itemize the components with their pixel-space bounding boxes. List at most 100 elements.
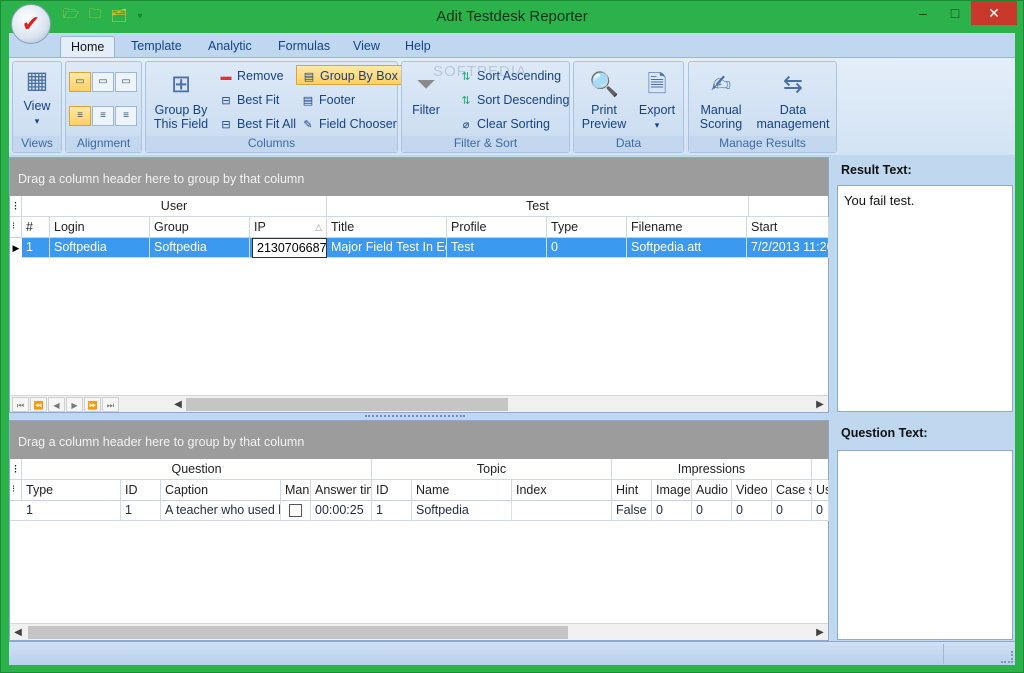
band-impressions[interactable]: Impressions bbox=[612, 459, 812, 480]
export-button[interactable]: 🗎 Export ▾ bbox=[632, 70, 682, 132]
resize-grip-icon[interactable] bbox=[1001, 651, 1013, 663]
align-right-icon[interactable]: ≡ bbox=[115, 106, 137, 126]
table-row[interactable]: ▶ 1 Softpedia Softpedia 2130706687 Major… bbox=[10, 238, 829, 258]
align-left-icon[interactable]: ≡ bbox=[69, 106, 91, 126]
column-header-name[interactable]: Name bbox=[412, 480, 512, 501]
horizontal-splitter[interactable] bbox=[9, 413, 829, 419]
tab-analytic[interactable]: Analytic bbox=[198, 36, 262, 57]
column-header-hint[interactable]: Hint bbox=[612, 480, 652, 501]
sort-descending-button[interactable]: ⇅ Sort Descending bbox=[458, 90, 569, 110]
field-chooser-button[interactable]: ✎ Field Chooser bbox=[300, 114, 396, 134]
view-button[interactable]: ▦ View ▾ bbox=[16, 66, 58, 128]
best-fit-button[interactable]: ⊟ Best Fit bbox=[218, 90, 279, 110]
next-record-icon[interactable]: ▶ bbox=[66, 397, 83, 412]
result-text-box[interactable]: You fail test. bbox=[837, 185, 1013, 412]
column-header-image[interactable]: Image bbox=[652, 480, 692, 501]
cell-id[interactable]: 1 bbox=[121, 501, 161, 521]
column-header-us[interactable]: Us bbox=[812, 480, 829, 501]
data-management-button[interactable]: ⇆ Data management bbox=[753, 70, 833, 131]
scroll-right-icon[interactable]: ▶ bbox=[812, 624, 828, 641]
column-header-title[interactable]: Title bbox=[327, 217, 447, 238]
first-record-icon[interactable]: ⏮ bbox=[12, 397, 29, 412]
column-header-type[interactable]: Type bbox=[22, 480, 121, 501]
cell-ip[interactable]: 2130706687 bbox=[252, 238, 327, 258]
cell-topic-id[interactable]: 1 bbox=[372, 501, 412, 521]
group-by-field-button[interactable]: ⊞ Group By This Field bbox=[150, 70, 212, 131]
column-header-audio[interactable]: Audio bbox=[692, 480, 732, 501]
table-row[interactable]: 1 1 A teacher who used b 00:00:25 1 Soft… bbox=[10, 501, 829, 521]
cell-manual[interactable] bbox=[281, 501, 311, 521]
column-header-number[interactable]: # bbox=[22, 217, 50, 238]
group-by-box-questions[interactable]: Drag a column header here to group by th… bbox=[10, 421, 828, 459]
column-header-index[interactable]: Index bbox=[512, 480, 612, 501]
column-header-case-sensitive[interactable]: Case s bbox=[772, 480, 812, 501]
column-header-topic-id[interactable]: ID bbox=[372, 480, 412, 501]
prev-page-icon[interactable]: ⏪ bbox=[30, 397, 47, 412]
column-header-start[interactable]: Start bbox=[747, 217, 829, 238]
column-header-login[interactable]: Login bbox=[50, 217, 150, 238]
minimize-button[interactable]: – bbox=[907, 1, 939, 25]
group-by-box-button[interactable]: ▤ Group By Box bbox=[296, 65, 403, 85]
horizontal-scrollbar[interactable]: ◀ ▶ bbox=[10, 623, 828, 640]
column-header-type[interactable]: Type bbox=[547, 217, 627, 238]
cell-index[interactable] bbox=[512, 501, 612, 521]
scroll-right-icon[interactable]: ▶ bbox=[812, 396, 828, 413]
manual-scoring-button[interactable]: ✍ Manual Scoring bbox=[693, 70, 749, 131]
band-menu-icon[interactable]: ⁝ bbox=[10, 196, 22, 217]
next-page-icon[interactable]: ⏩ bbox=[84, 397, 101, 412]
prev-record-icon[interactable]: ◀ bbox=[48, 397, 65, 412]
align-middle-icon[interactable]: ▭ bbox=[92, 72, 114, 92]
cell-number[interactable]: 1 bbox=[22, 238, 50, 258]
clear-sorting-button[interactable]: ⌀ Clear Sorting bbox=[458, 114, 550, 134]
align-center-icon[interactable]: ≡ bbox=[92, 106, 114, 126]
manual-checkbox[interactable] bbox=[289, 504, 302, 518]
column-header-ip[interactable]: IP △ bbox=[250, 217, 327, 238]
scroll-thumb[interactable] bbox=[186, 398, 508, 411]
column-header-video[interactable]: Video bbox=[732, 480, 772, 501]
cell-caption[interactable]: A teacher who used b bbox=[161, 501, 281, 521]
band-topic[interactable]: Topic bbox=[372, 459, 612, 480]
footer-button[interactable]: ▤ Footer bbox=[300, 90, 355, 110]
remove-button[interactable]: ▬ Remove bbox=[218, 66, 284, 86]
maximize-button[interactable]: □ bbox=[939, 1, 971, 25]
cell-case-sensitive[interactable]: 0 bbox=[772, 501, 812, 521]
cell-start[interactable]: 7/2/2013 11:26: bbox=[747, 238, 829, 258]
cell-audio[interactable]: 0 bbox=[692, 501, 732, 521]
cell-type[interactable]: 0 bbox=[547, 238, 627, 258]
tab-home[interactable]: Home bbox=[60, 36, 116, 57]
last-record-icon[interactable]: ⏭ bbox=[102, 397, 119, 412]
cell-group[interactable]: Softpedia bbox=[150, 238, 250, 258]
cell-image[interactable]: 0 bbox=[652, 501, 692, 521]
cell-name[interactable]: Softpedia bbox=[412, 501, 512, 521]
band-menu-icon[interactable]: ⁝ bbox=[10, 459, 22, 480]
band-user[interactable]: User bbox=[22, 196, 327, 217]
tab-help[interactable]: Help bbox=[395, 36, 441, 57]
horizontal-scrollbar[interactable]: ⏮ ⏪ ◀ ▶ ⏩ ⏭ ◀ ▶ bbox=[10, 395, 828, 412]
group-by-box[interactable]: Drag a column header here to group by th… bbox=[10, 158, 828, 196]
cell-type[interactable]: 1 bbox=[22, 501, 121, 521]
align-top-icon[interactable]: ▭ bbox=[69, 72, 91, 92]
cell-login[interactable]: Softpedia bbox=[50, 238, 150, 258]
question-text-box[interactable] bbox=[837, 450, 1013, 640]
cell-title[interactable]: Major Field Test In Edu bbox=[327, 238, 447, 258]
best-fit-all-button[interactable]: ⊟ Best Fit All bbox=[218, 114, 296, 134]
align-bottom-icon[interactable]: ▭ bbox=[115, 72, 137, 92]
column-header-caption[interactable]: Caption bbox=[161, 480, 281, 501]
tab-formulas[interactable]: Formulas bbox=[268, 36, 340, 57]
scroll-thumb[interactable] bbox=[28, 626, 568, 639]
band-question[interactable]: Question bbox=[22, 459, 372, 480]
band-test[interactable]: Test bbox=[327, 196, 749, 217]
print-preview-button[interactable]: 🔍 Print Preview bbox=[578, 70, 630, 131]
column-menu-icon[interactable]: ⁝ bbox=[10, 480, 22, 501]
column-header-id[interactable]: ID bbox=[121, 480, 161, 501]
cell-hint[interactable]: False bbox=[612, 501, 652, 521]
cell-us[interactable]: 0 bbox=[812, 501, 829, 521]
cell-video[interactable]: 0 bbox=[732, 501, 772, 521]
tab-template[interactable]: Template bbox=[121, 36, 192, 57]
cell-profile[interactable]: Test bbox=[447, 238, 547, 258]
tab-view[interactable]: View bbox=[343, 36, 390, 57]
column-header-group[interactable]: Group bbox=[150, 217, 250, 238]
cell-answer-time[interactable]: 00:00:25 bbox=[311, 501, 372, 521]
scroll-left-icon[interactable]: ◀ bbox=[170, 396, 186, 413]
app-menu-button[interactable]: ✔ bbox=[11, 4, 51, 44]
